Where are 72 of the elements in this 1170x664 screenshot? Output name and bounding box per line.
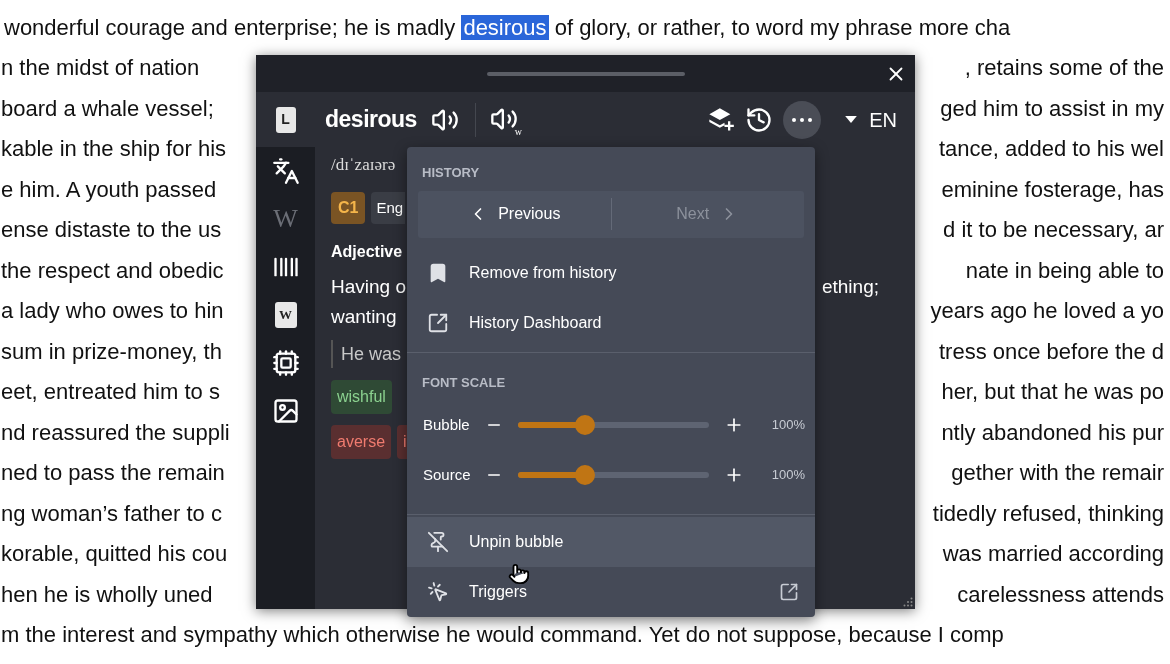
paragraph-line: tress once before the d xyxy=(938,337,1165,366)
paragraph-line: ense distaste to the us xyxy=(0,216,222,245)
paragraph-line: carelessness attends xyxy=(957,580,1165,609)
paragraph-line: nate in being able to xyxy=(965,256,1165,285)
external-link-icon[interactable] xyxy=(779,582,799,602)
paragraph-line: nd reassured the suppli xyxy=(0,418,230,447)
translate-icon[interactable] xyxy=(271,157,300,185)
part-of-speech: Adjective xyxy=(331,242,403,262)
paragraph-line: d it to be necessary, ar xyxy=(943,216,1165,245)
chip-icon[interactable] xyxy=(271,349,300,377)
paragraph-line: hen he is wholly uned xyxy=(0,580,213,609)
slider[interactable] xyxy=(518,415,709,436)
image-icon[interactable] xyxy=(271,397,300,425)
definition-text: ething; xyxy=(821,274,879,299)
slider-thumb[interactable] xyxy=(574,465,595,486)
external-link-icon xyxy=(427,311,449,334)
pointer-click-icon xyxy=(427,581,449,603)
scale-value: 100% xyxy=(771,416,805,435)
menu-item[interactable]: Unpin bubble xyxy=(407,517,815,567)
slider-label: Bubble xyxy=(423,415,471,435)
language-chip: Eng xyxy=(371,192,406,224)
language-dropdown[interactable]: EN xyxy=(845,104,897,135)
paragraph-line: eet, entreated him to s xyxy=(0,378,220,407)
paragraph-line: a lady who owes to hin xyxy=(0,297,224,326)
synonym-tag[interactable]: wishful xyxy=(331,380,392,414)
paragraph-line: ged him to assist in my xyxy=(940,94,1165,123)
resize-grip-icon[interactable] xyxy=(903,597,913,607)
caret-down-icon xyxy=(845,116,858,123)
previous-button[interactable]: Previous xyxy=(418,202,611,227)
paragraph-line: tidedly refused, thinking xyxy=(932,499,1165,528)
menu-item[interactable]: Remove from history xyxy=(407,247,815,298)
definition-text: Having o xyxy=(331,274,406,299)
selected-word: desirous xyxy=(461,14,549,40)
paragraph-line: m the interest and sympathy which otherwise he would command. Yet do not suppose, because I comp xyxy=(0,621,1004,650)
paragraph-line: kable in the ship for his xyxy=(0,135,227,164)
more-icon xyxy=(792,117,813,122)
paragraph-line: e him. A youth passed xyxy=(0,175,217,204)
paragraph-line: korable, quitted his cou xyxy=(0,540,228,569)
hand-cursor-icon xyxy=(508,562,530,586)
paragraph-line: wonderful courage and enterprise; he is madly desirous of glory, or rather, to word my phrase more cha xyxy=(3,13,1011,42)
level-badge: C1 xyxy=(331,192,366,224)
paragraph-line: gether with the remair xyxy=(951,459,1165,488)
paragraph-line: board a whale vessel; xyxy=(0,94,214,123)
slider[interactable] xyxy=(518,465,709,486)
paragraph-line: ng woman’s father to c xyxy=(0,499,222,528)
slider-label: Source xyxy=(423,465,472,485)
book-icon[interactable]: W xyxy=(274,302,297,328)
pin-off-icon xyxy=(427,531,449,553)
slider-thumb[interactable] xyxy=(574,415,595,436)
menu-item[interactable]: Triggers xyxy=(407,567,815,617)
paragraph-line: the respect and obedic xyxy=(0,256,224,285)
section-heading: HISTORY xyxy=(421,164,481,182)
paragraph-line: , retains some of the xyxy=(964,54,1165,83)
history-icon[interactable] xyxy=(745,105,774,134)
paragraph-line: was married according xyxy=(942,540,1165,569)
book-logo-icon[interactable]: L xyxy=(275,106,296,133)
scale-value: 100% xyxy=(771,466,805,485)
paragraph-line: ntly abandoned his pur xyxy=(941,418,1165,447)
paragraph-line: her, but that he was po xyxy=(941,378,1165,407)
more-button[interactable] xyxy=(783,100,822,139)
paragraph-line: sum in prize-money, th xyxy=(0,337,222,366)
paragraph-line: ned to pass the remain xyxy=(0,459,225,488)
paragraph-line: n the midst of nation xyxy=(0,54,200,83)
paragraph-line: eminine fosterage, has xyxy=(941,175,1165,204)
definition-text: wanting xyxy=(331,304,397,329)
antonym-tag[interactable]: averse xyxy=(331,425,392,459)
paragraph-line: years ago he loved a yo xyxy=(930,297,1165,326)
paragraph-line: tance, added to his wel xyxy=(938,135,1165,164)
drag-handle[interactable] xyxy=(486,71,685,76)
section-heading: FONT SCALE xyxy=(421,373,507,392)
headword: desirous xyxy=(325,105,417,135)
pronunciation: /dɪˈzaɪərə xyxy=(331,154,396,176)
